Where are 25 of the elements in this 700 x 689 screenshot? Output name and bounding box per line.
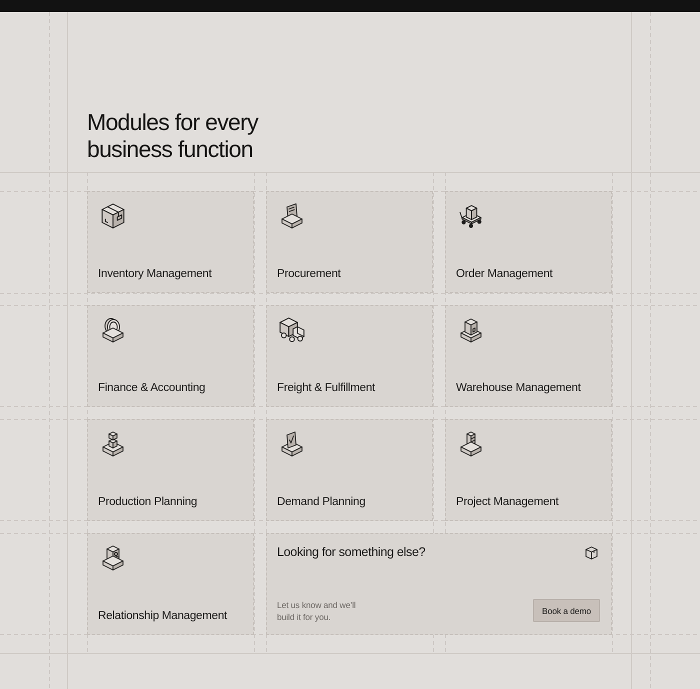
box-cart-icon (458, 203, 484, 229)
check-card-icon (279, 431, 305, 457)
module-title: Order Management (456, 267, 553, 281)
module-title: Inventory Management (98, 267, 212, 281)
building-tray-icon (458, 317, 484, 343)
cube-icon (585, 546, 598, 560)
book-demo-button[interactable]: Book a demo (533, 599, 600, 622)
coin-tray-icon (100, 317, 126, 343)
module-title: Warehouse Management (456, 381, 581, 395)
truck-icon (279, 317, 305, 343)
module-title: Finance & Accounting (98, 381, 206, 395)
tower-tray-icon (458, 431, 484, 457)
module-title: Project Management (456, 495, 559, 509)
document-tray-icon (279, 203, 305, 229)
module-title: Procurement (277, 267, 341, 281)
module-title: Production Planning (98, 495, 198, 509)
module-title: Freight & Fulfillment (277, 381, 376, 395)
section-heading: Modules for every business function (87, 109, 260, 163)
module-title: Relationship Management (98, 609, 228, 623)
cube-stack-icon (100, 431, 126, 457)
cta-title: Looking for something else? (277, 544, 426, 560)
module-title: Demand Planning (277, 495, 366, 509)
cta-text: Let us know and we’ll build it for you. (277, 599, 357, 623)
contact-card-icon (100, 545, 126, 571)
box-icon (100, 203, 126, 229)
